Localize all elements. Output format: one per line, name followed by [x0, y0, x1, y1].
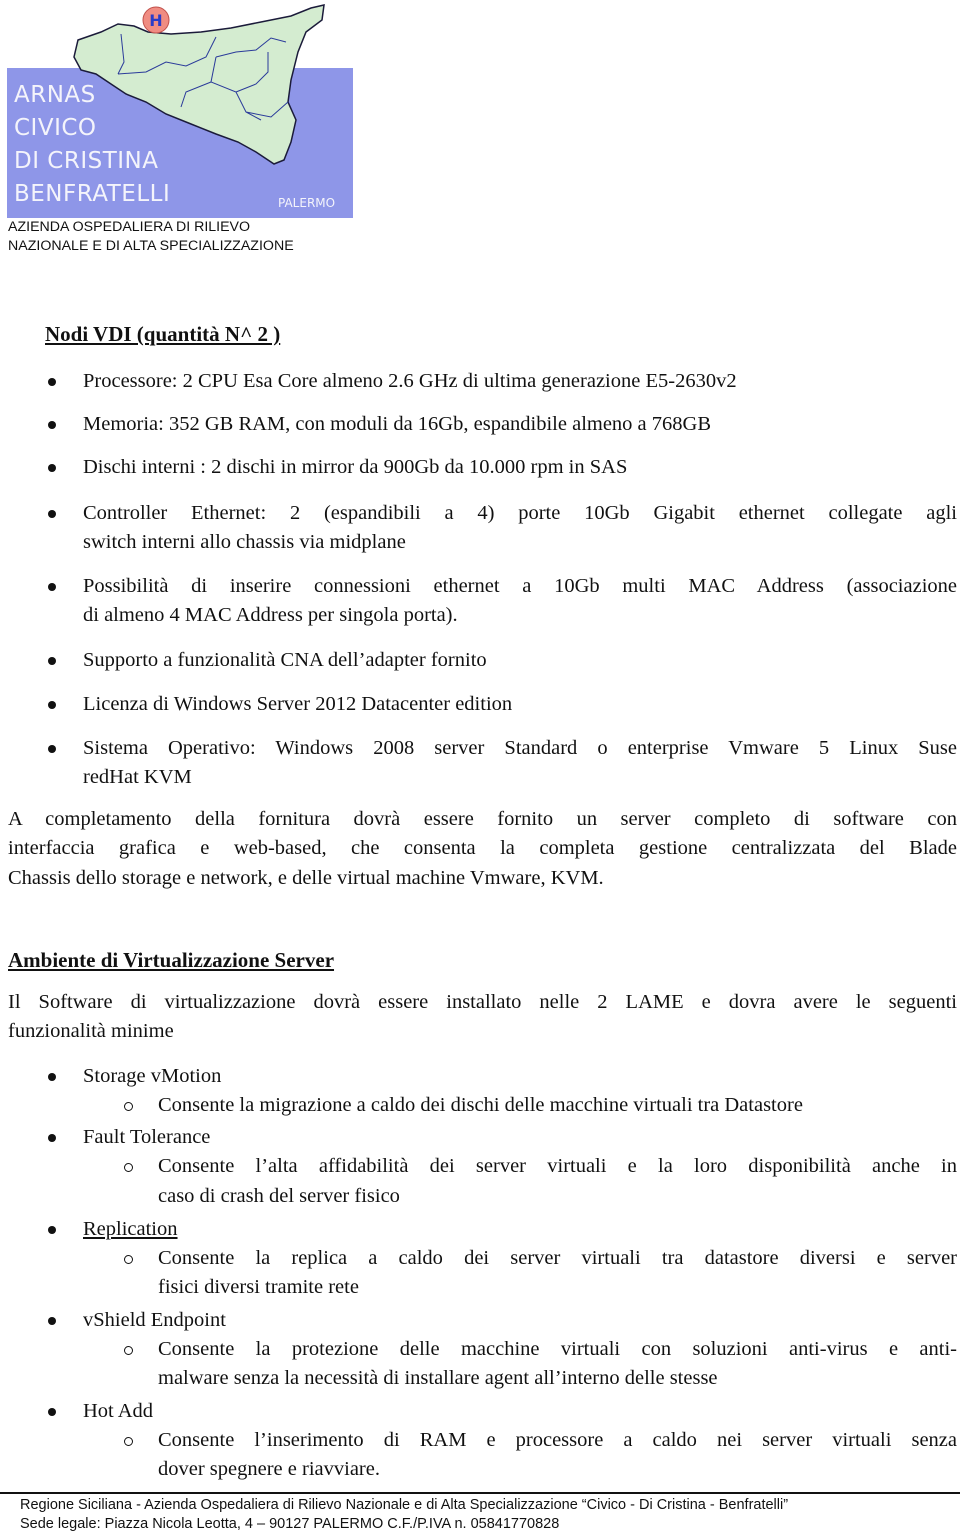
feature-desc-cont: dover spegnere e riavviare. — [158, 1458, 380, 1480]
section-title-virtualizzazione: Ambiente di Virtualizzazione Server — [8, 948, 335, 972]
logo-line-2: CIVICO — [14, 115, 97, 141]
bullet-icon — [48, 701, 56, 709]
sub-bullet-icon — [124, 1255, 133, 1264]
feature-desc: Consente la replica a caldo dei server v… — [158, 1247, 957, 1269]
feature-desc: Consente l’alta affidabilità dei server … — [158, 1155, 957, 1177]
feature-desc: Consente l’inserimento di RAM e processo… — [158, 1429, 957, 1451]
sub-bullet-icon — [124, 1102, 133, 1111]
list-item-text: Sistema Operativo: Windows 2008 server S… — [83, 737, 957, 759]
feature-desc-cont: malware senza la necessità di installare… — [158, 1367, 718, 1389]
bullet-icon — [48, 583, 56, 591]
bullet-icon — [48, 1134, 56, 1142]
logo-line-3: DI CRISTINA — [14, 148, 159, 174]
list-item-text: Licenza di Windows Server 2012 Datacente… — [83, 693, 513, 715]
bullet-icon — [48, 1073, 56, 1081]
hospital-badge: H — [149, 11, 162, 30]
list-item-text-cont: switch interni allo chassis via midplane — [83, 531, 406, 553]
list-item-text: Supporto a funzionalità CNA dell’adapter… — [83, 649, 487, 671]
footer-line-2: Sede legale: Piazza Nicola Leotta, 4 – 9… — [20, 1516, 560, 1532]
sub-bullet-icon — [124, 1437, 133, 1446]
paragraph-line: A completamento della fornitura dovrà es… — [8, 808, 957, 830]
bullet-icon — [48, 421, 56, 429]
bullet-icon — [48, 657, 56, 665]
sub-bullet-icon — [124, 1163, 133, 1172]
feature-name: Hot Add — [83, 1400, 154, 1422]
feature-desc: Consente la migrazione a caldo dei disch… — [158, 1094, 803, 1116]
logo-subtitle-2: NAZIONALE E DI ALTA SPECIALIZZAZIONE — [8, 238, 294, 254]
bullet-icon — [48, 1317, 56, 1325]
feature-desc-cont: fisici diversi tramite rete — [158, 1276, 359, 1298]
logo-city: PALERMO — [278, 196, 336, 210]
logo-line-4: BENFRATELLI — [14, 181, 171, 207]
footer-divider — [0, 1492, 960, 1494]
bullet-icon — [48, 745, 56, 753]
feature-name: Storage vMotion — [83, 1065, 222, 1087]
footer-line-1: Regione Siciliana - Azienda Ospedaliera … — [20, 1497, 789, 1513]
paragraph-line: interfaccia grafica e web-based, che con… — [8, 837, 957, 859]
paragraph-line: Il Software di virtualizzazione dovrà es… — [8, 991, 957, 1013]
paragraph-line: funzionalità minime — [8, 1020, 174, 1042]
list-item-text: Dischi interni : 2 dischi in mirror da 9… — [83, 456, 628, 478]
paragraph-line: Chassis dello storage e network, e delle… — [8, 867, 604, 889]
bullet-icon — [48, 1408, 56, 1416]
list-item-text-cont: di almeno 4 MAC Address per singola port… — [83, 604, 458, 626]
section-title-nodi-vdi: Nodi VDI (quantità N^ 2 ) — [45, 322, 281, 346]
logo-line-1: ARNAS — [14, 82, 96, 108]
bullet-icon — [48, 464, 56, 472]
feature-name: Fault Tolerance — [83, 1126, 211, 1148]
sub-bullet-icon — [124, 1346, 133, 1355]
bullet-icon — [48, 1226, 56, 1234]
list-item-text: Controller Ethernet: 2 (espandibili a 4)… — [83, 502, 957, 524]
feature-desc: Consente la protezione delle macchine vi… — [158, 1338, 957, 1360]
feature-name: Replication — [83, 1218, 178, 1240]
list-item-text: Possibilità di inserire connessioni ethe… — [83, 575, 957, 597]
hospital-logo: H ARNAS CIVICO DI CRISTINA BENFRATELLI P… — [6, 2, 356, 257]
bullet-icon — [48, 510, 56, 518]
feature-desc-cont: caso di crash del server fisico — [158, 1185, 400, 1207]
bullet-icon — [48, 378, 56, 386]
list-item-text: Memoria: 352 GB RAM, con moduli da 16Gb,… — [83, 413, 712, 435]
list-item-text-cont: redHat KVM — [83, 766, 192, 788]
feature-name: vShield Endpoint — [83, 1309, 226, 1331]
list-item-text: Processore: 2 CPU Esa Core almeno 2.6 GH… — [83, 370, 737, 392]
logo-subtitle-1: AZIENDA OSPEDALIERA DI RILIEVO — [8, 219, 251, 235]
